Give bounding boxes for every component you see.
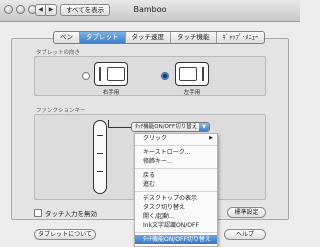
menu-item[interactable]: 進む bbox=[135, 180, 217, 189]
help-button[interactable]: ヘルプ bbox=[224, 229, 266, 240]
menu-item-label: ﾀｯﾁ機能ON/OFF切り替え bbox=[143, 236, 211, 243]
menu-item-label: キーストローク... bbox=[143, 149, 191, 156]
menu-item[interactable]: タスク切り替え bbox=[135, 203, 217, 212]
tab-touch-speed[interactable]: タッチ速度 bbox=[126, 32, 171, 43]
title-bar: ◀ ▶ すべてを表示 Bamboo bbox=[0, 0, 300, 22]
window-title: Bamboo bbox=[133, 5, 167, 14]
tab-touch-functions[interactable]: タッチ機能 bbox=[171, 32, 217, 43]
menu-item-label: 進む bbox=[143, 181, 156, 188]
tab-tablet[interactable]: タブレット bbox=[80, 32, 126, 43]
express-key-action-popup[interactable]: ﾀｯﾁ機能ON/OFF切り替え ▼ bbox=[131, 122, 210, 132]
menu-item-label: 修飾キー... bbox=[143, 158, 173, 165]
touch-disable-label: タッチ入力を無効 bbox=[45, 210, 97, 218]
menu-item[interactable]: 開く/起動... bbox=[135, 212, 217, 221]
left-orientation-radio[interactable] bbox=[82, 72, 90, 80]
menu-item[interactable]: クリック ▶ bbox=[135, 134, 217, 143]
orientation-section-label: タブレットの向き bbox=[36, 50, 81, 56]
menu-item[interactable]: 修飾キー... bbox=[135, 157, 217, 166]
menu-item[interactable]: デスクトップの表示 bbox=[135, 194, 217, 203]
menu-item-label: 開く/起動... bbox=[143, 213, 175, 220]
express-key-action-menu: クリック ▶ キーストローク... 修飾キー... 戻る進むデスクトップの表示 タスク切り… bbox=[134, 133, 218, 247]
chevron-down-icon: ▼ bbox=[199, 123, 209, 131]
tablet-left-handed-icon bbox=[94, 62, 128, 86]
menu-item-label: Ink文字認識ON/OFF bbox=[143, 222, 199, 229]
express-keys-section-label: ファンクションキー bbox=[36, 108, 86, 114]
menu-item[interactable]: 戻る bbox=[135, 171, 217, 180]
express-key-popup-value: ﾀｯﾁ機能ON/OFF切り替え bbox=[135, 124, 198, 130]
tab-pen[interactable]: ペン bbox=[54, 32, 80, 43]
leader-line bbox=[108, 127, 131, 128]
menu-item[interactable]: Ink文字認識ON/OFF bbox=[135, 221, 217, 230]
right-handed-label: 左手用 bbox=[183, 90, 201, 96]
submenu-arrow-icon: ▶ bbox=[209, 135, 213, 141]
menu-item[interactable]: ﾀｯﾁ機能ON/OFF切り替え bbox=[135, 235, 217, 244]
touch-disable-checkbox[interactable] bbox=[34, 209, 42, 217]
defaults-button[interactable]: 標準設定 bbox=[227, 207, 266, 218]
orientation-group bbox=[34, 56, 266, 96]
leader-line-vertical bbox=[108, 120, 109, 128]
menu-item[interactable]: キーストローク... bbox=[135, 148, 217, 157]
tab-gap-menu[interactable]: ｷﾞｬｯﾌﾟ･ﾒﾆｭｰ bbox=[217, 32, 265, 43]
about-tablet-button[interactable]: タブレットについて bbox=[34, 229, 96, 240]
express-keys-diagram-icon bbox=[93, 120, 107, 194]
right-orientation-radio[interactable] bbox=[161, 72, 169, 80]
menu-item-label: デスクトップの表示 bbox=[143, 195, 198, 202]
menu-item-label: 戻る bbox=[143, 172, 156, 179]
menu-item-label: クリック bbox=[143, 135, 168, 142]
left-handed-label: 右手用 bbox=[102, 90, 120, 96]
menu-item-label: タスク切り替え bbox=[143, 204, 186, 211]
touch-disable-row[interactable]: タッチ入力を無効 bbox=[34, 208, 97, 218]
tablet-right-handed-icon bbox=[175, 62, 209, 86]
tab-bar: ペン タブレット タッチ速度 タッチ機能 ｷﾞｬｯﾌﾟ･ﾒﾆｭｰ bbox=[53, 31, 266, 44]
